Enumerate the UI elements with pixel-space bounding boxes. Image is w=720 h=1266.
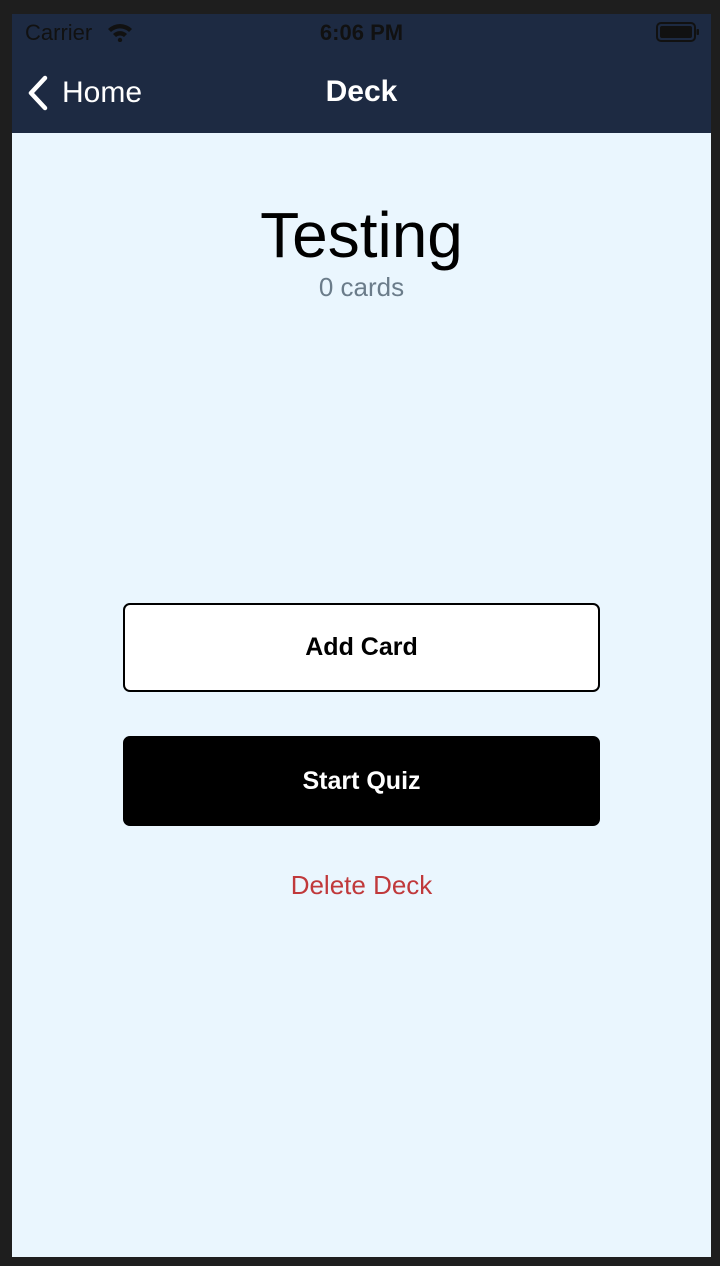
deck-card-count: 0 cards (318, 272, 405, 302)
status-time: 6:06 PM (319, 20, 404, 45)
deck-title: Testing (260, 199, 463, 271)
add-card-button[interactable]: Add Card (123, 603, 600, 692)
header: Carrier 6:06 PM Home Deck (12, 14, 711, 133)
battery-icon (656, 22, 699, 42)
start-quiz-button[interactable]: Start Quiz (123, 736, 600, 826)
delete-deck-button[interactable]: Delete Deck (12, 870, 711, 900)
page-title: Deck (325, 75, 398, 108)
app-screen: Carrier 6:06 PM Home Deck Testing 0 card… (12, 14, 711, 1257)
